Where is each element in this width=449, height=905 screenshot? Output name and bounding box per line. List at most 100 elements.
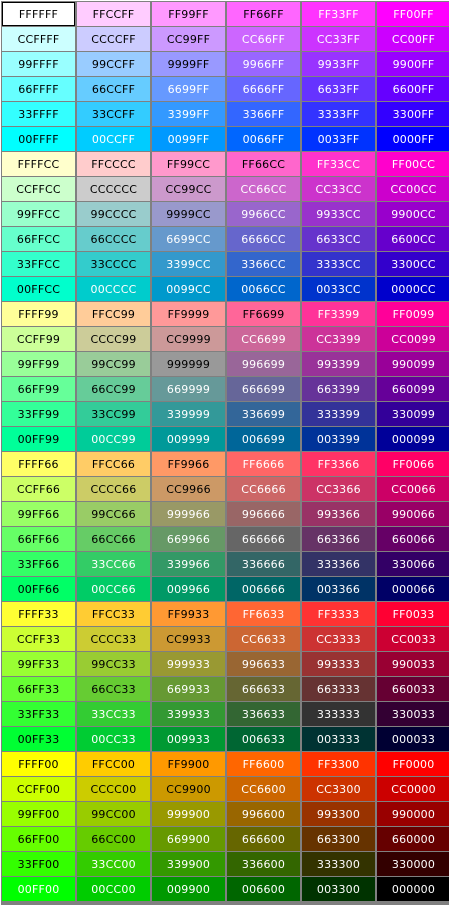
color-swatch-6666cc[interactable]: 6666CC [227, 227, 300, 251]
color-swatch-99ff99[interactable]: 99FF99 [2, 352, 75, 376]
color-swatch-00ff66[interactable]: 00FF66 [2, 577, 75, 601]
color-swatch-663333[interactable]: 663333 [302, 677, 375, 701]
color-swatch-ccccff[interactable]: CCCCFF [77, 27, 150, 51]
color-swatch-cc6699[interactable]: CC6699 [227, 327, 300, 351]
color-swatch-33ffff[interactable]: 33FFFF [2, 102, 75, 126]
color-swatch-ff0066[interactable]: FF0066 [377, 452, 449, 476]
color-swatch-009966[interactable]: 009966 [152, 577, 225, 601]
color-swatch-993399[interactable]: 993399 [302, 352, 375, 376]
color-swatch-cc00ff[interactable]: CC00FF [377, 27, 449, 51]
color-swatch-cc9999[interactable]: CC9999 [152, 327, 225, 351]
color-swatch-33cc00[interactable]: 33CC00 [77, 852, 150, 876]
color-swatch-ffff99[interactable]: FFFF99 [2, 302, 75, 326]
color-swatch-339900[interactable]: 339900 [152, 852, 225, 876]
color-swatch-66ff33[interactable]: 66FF33 [2, 677, 75, 701]
color-swatch-330066[interactable]: 330066 [377, 552, 449, 576]
color-swatch-0066ff[interactable]: 0066FF [227, 127, 300, 151]
color-swatch-6699cc[interactable]: 6699CC [152, 227, 225, 251]
color-swatch-00cc33[interactable]: 00CC33 [77, 727, 150, 751]
color-swatch-006666[interactable]: 006666 [227, 577, 300, 601]
color-swatch-99ff66[interactable]: 99FF66 [2, 502, 75, 526]
color-swatch-663300[interactable]: 663300 [302, 827, 375, 851]
color-swatch-99ccff[interactable]: 99CCFF [77, 52, 150, 76]
color-swatch-999999[interactable]: 999999 [152, 352, 225, 376]
color-swatch-3300cc[interactable]: 3300CC [377, 252, 449, 276]
color-swatch-33ff66[interactable]: 33FF66 [2, 552, 75, 576]
color-swatch-666666[interactable]: 666666 [227, 527, 300, 551]
color-swatch-66cc99[interactable]: 66CC99 [77, 377, 150, 401]
color-swatch-3366ff[interactable]: 3366FF [227, 102, 300, 126]
color-swatch-996699[interactable]: 996699 [227, 352, 300, 376]
color-swatch-9933cc[interactable]: 9933CC [302, 202, 375, 226]
color-swatch-ff3300[interactable]: FF3300 [302, 752, 375, 776]
color-swatch-3399cc[interactable]: 3399CC [152, 252, 225, 276]
color-swatch-333333[interactable]: 333333 [302, 702, 375, 726]
color-swatch-99cc00[interactable]: 99CC00 [77, 802, 150, 826]
color-swatch-3366cc[interactable]: 3366CC [227, 252, 300, 276]
color-swatch-00cc00[interactable]: 00CC00 [77, 877, 150, 901]
color-swatch-9966ff[interactable]: 9966FF [227, 52, 300, 76]
color-swatch-33ff99[interactable]: 33FF99 [2, 402, 75, 426]
color-swatch-ffcc66[interactable]: FFCC66 [77, 452, 150, 476]
color-swatch-ff00ff[interactable]: FF00FF [377, 2, 449, 26]
color-swatch-6633ff[interactable]: 6633FF [302, 77, 375, 101]
color-swatch-cc9966[interactable]: CC9966 [152, 477, 225, 501]
color-swatch-66ccff[interactable]: 66CCFF [77, 77, 150, 101]
color-swatch-00ff33[interactable]: 00FF33 [2, 727, 75, 751]
color-swatch-336600[interactable]: 336600 [227, 852, 300, 876]
color-swatch-cc99cc[interactable]: CC99CC [152, 177, 225, 201]
color-swatch-ccffff[interactable]: CCFFFF [2, 27, 75, 51]
color-swatch-ccff33[interactable]: CCFF33 [2, 627, 75, 651]
color-swatch-000033[interactable]: 000033 [377, 727, 449, 751]
color-swatch-993333[interactable]: 993333 [302, 652, 375, 676]
color-swatch-ffff00[interactable]: FFFF00 [2, 752, 75, 776]
color-swatch-339999[interactable]: 339999 [152, 402, 225, 426]
color-swatch-6633cc[interactable]: 6633CC [302, 227, 375, 251]
color-swatch-003399[interactable]: 003399 [302, 427, 375, 451]
color-swatch-9933ff[interactable]: 9933FF [302, 52, 375, 76]
color-swatch-6699ff[interactable]: 6699FF [152, 77, 225, 101]
color-swatch-003300[interactable]: 003300 [302, 877, 375, 901]
color-swatch-33ff00[interactable]: 33FF00 [2, 852, 75, 876]
color-swatch-330033[interactable]: 330033 [377, 702, 449, 726]
color-swatch-990066[interactable]: 990066 [377, 502, 449, 526]
color-swatch-009900[interactable]: 009900 [152, 877, 225, 901]
color-swatch-33cc66[interactable]: 33CC66 [77, 552, 150, 576]
color-swatch-3399ff[interactable]: 3399FF [152, 102, 225, 126]
color-swatch-ffff66[interactable]: FFFF66 [2, 452, 75, 476]
color-swatch-cc3300[interactable]: CC3300 [302, 777, 375, 801]
color-swatch-cc3333[interactable]: CC3333 [302, 627, 375, 651]
color-swatch-3300ff[interactable]: 3300FF [377, 102, 449, 126]
color-swatch-000066[interactable]: 000066 [377, 577, 449, 601]
color-swatch-ff3366[interactable]: FF3366 [302, 452, 375, 476]
color-swatch-ccffcc[interactable]: CCFFCC [2, 177, 75, 201]
color-swatch-cc6666[interactable]: CC6666 [227, 477, 300, 501]
color-swatch-33cccc[interactable]: 33CCCC [77, 252, 150, 276]
color-swatch-336699[interactable]: 336699 [227, 402, 300, 426]
color-swatch-33ffcc[interactable]: 33FFCC [2, 252, 75, 276]
color-swatch-cc0066[interactable]: CC0066 [377, 477, 449, 501]
color-swatch-009999[interactable]: 009999 [152, 427, 225, 451]
color-swatch-cc0099[interactable]: CC0099 [377, 327, 449, 351]
color-swatch-ff9999[interactable]: FF9999 [152, 302, 225, 326]
color-swatch-990000[interactable]: 990000 [377, 802, 449, 826]
color-swatch-663399[interactable]: 663399 [302, 377, 375, 401]
color-swatch-9900cc[interactable]: 9900CC [377, 202, 449, 226]
color-swatch-cccc99[interactable]: CCCC99 [77, 327, 150, 351]
color-swatch-336666[interactable]: 336666 [227, 552, 300, 576]
color-swatch-669900[interactable]: 669900 [152, 827, 225, 851]
color-swatch-9900ff[interactable]: 9900FF [377, 52, 449, 76]
color-swatch-ffff33[interactable]: FFFF33 [2, 602, 75, 626]
color-swatch-669966[interactable]: 669966 [152, 527, 225, 551]
color-swatch-0000cc[interactable]: 0000CC [377, 277, 449, 301]
color-swatch-669999[interactable]: 669999 [152, 377, 225, 401]
color-swatch-33ff33[interactable]: 33FF33 [2, 702, 75, 726]
color-swatch-99ff33[interactable]: 99FF33 [2, 652, 75, 676]
color-swatch-cc9933[interactable]: CC9933 [152, 627, 225, 651]
color-swatch-66ff00[interactable]: 66FF00 [2, 827, 75, 851]
color-swatch-339933[interactable]: 339933 [152, 702, 225, 726]
color-swatch-ff9933[interactable]: FF9933 [152, 602, 225, 626]
color-swatch-66ffcc[interactable]: 66FFCC [2, 227, 75, 251]
color-swatch-ff66ff[interactable]: FF66FF [227, 2, 300, 26]
color-swatch-333399[interactable]: 333399 [302, 402, 375, 426]
